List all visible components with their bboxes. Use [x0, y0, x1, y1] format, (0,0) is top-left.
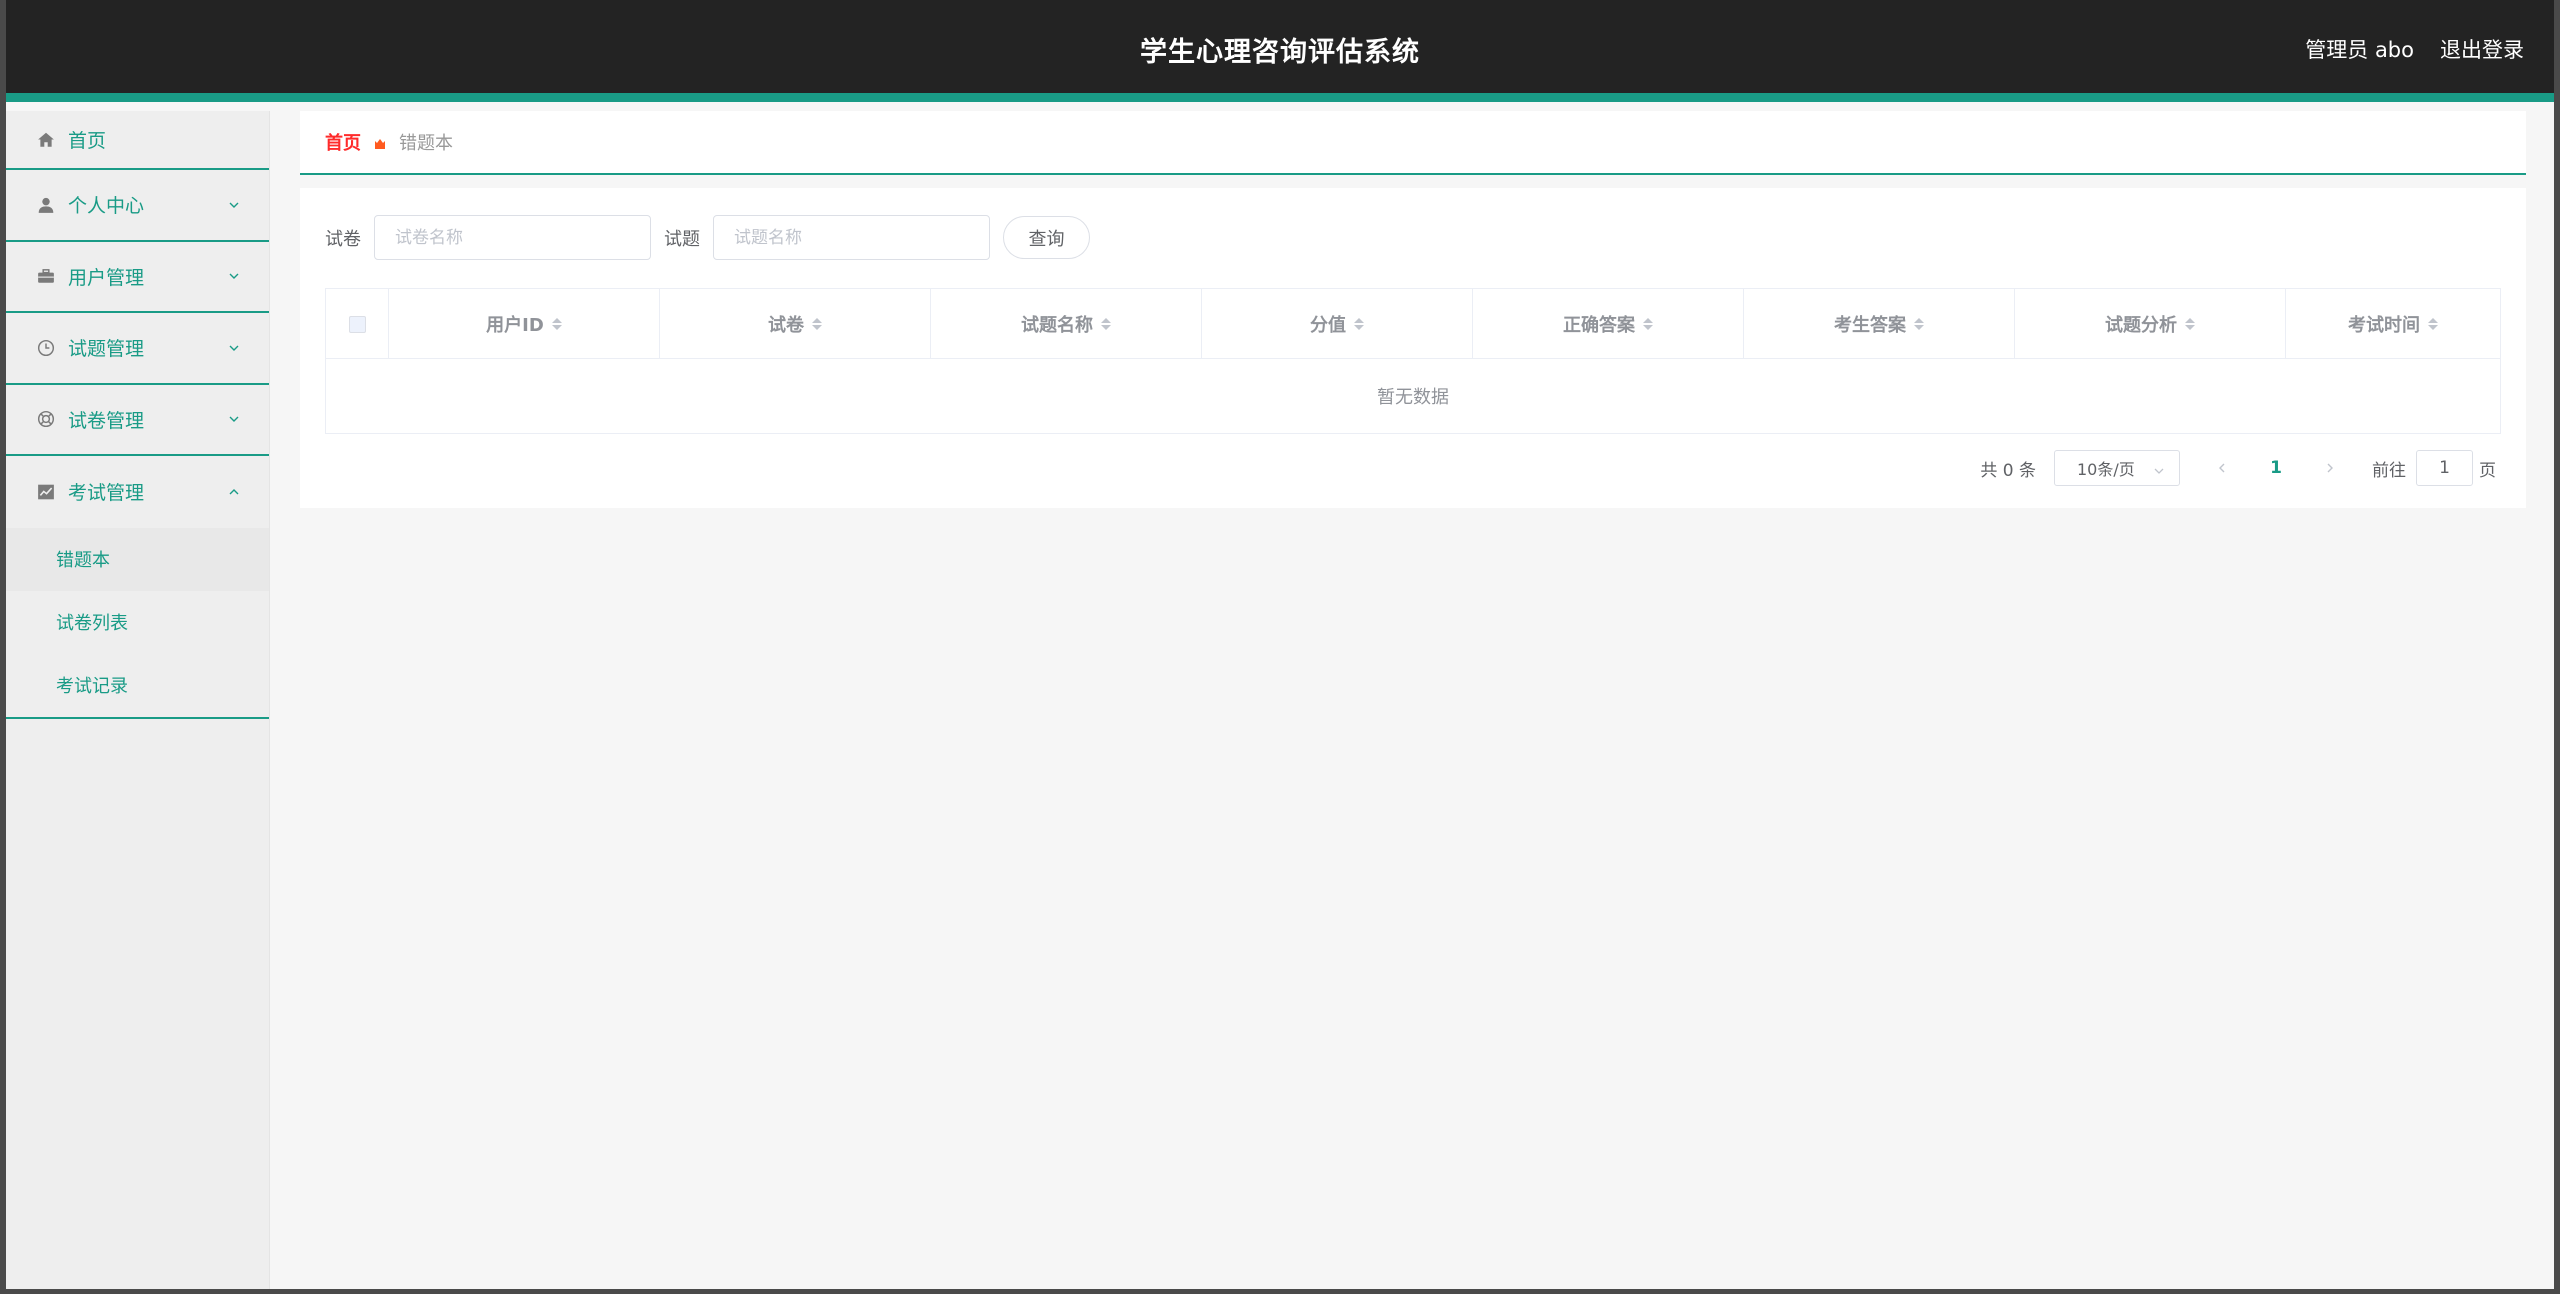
sidebar-item-label: 试卷管理 — [68, 409, 145, 432]
logout-button[interactable]: 退出登录 — [2440, 34, 2524, 64]
sort-icon — [2428, 318, 2438, 330]
sidebar-subitem-exam-records[interactable]: 考试记录 — [6, 654, 269, 717]
page-size-value: 10条/页 — [2077, 460, 2135, 479]
pagination-total: 共 0 条 — [1980, 460, 2036, 481]
column-title: 考试时间 — [2348, 315, 2420, 336]
chart-icon — [36, 482, 56, 502]
sort-icon — [1914, 318, 1924, 330]
breadcrumb-home-link[interactable]: 首页 — [325, 129, 361, 155]
breadcrumb-current: 错题本 — [399, 133, 453, 154]
paper-name-input[interactable] — [374, 215, 651, 260]
chevron-up-icon — [227, 485, 241, 499]
column-header-paper[interactable]: 试卷 — [660, 289, 931, 359]
chevron-down-icon — [227, 198, 241, 212]
select-all-cell — [326, 289, 389, 359]
content-card: 试卷 试题 查询 用户ID 试卷 试题名称 — [300, 188, 2526, 508]
sort-icon — [551, 318, 562, 330]
lifebuoy-icon — [36, 409, 56, 429]
chevron-down-icon — [227, 269, 241, 283]
sidebar-item-personal-center[interactable]: 个人中心 — [6, 170, 269, 242]
column-header-exam-time[interactable]: 考试时间 — [2286, 289, 2500, 359]
sidebar-item-label: 个人中心 — [68, 195, 145, 218]
app-window: 学生心理咨询评估系统 管理员 abo 退出登录 首页 个人中心 用户管理 试题管… — [6, 0, 2554, 1289]
goto-page-input[interactable] — [2416, 450, 2473, 486]
chevron-down-icon — [227, 341, 241, 355]
sidebar-item-label: 试题管理 — [68, 338, 145, 361]
column-header-examinee-answer[interactable]: 考生答案 — [1744, 289, 2015, 359]
breadcrumb: 首页 错题本 — [300, 111, 2526, 175]
column-title: 试题分析 — [2105, 315, 2177, 336]
sidebar-item-label: 考试管理 — [68, 482, 145, 505]
question-label: 试题 — [664, 228, 700, 250]
page-number-current[interactable]: 1 — [2256, 458, 2296, 478]
next-page-button[interactable] — [2316, 454, 2344, 482]
table-header: 用户ID 试卷 试题名称 分值 正确答案 考生答案 试题分析 考试时间 — [326, 289, 2500, 359]
column-header-user-id[interactable]: 用户ID — [389, 289, 660, 359]
user-icon — [36, 195, 56, 215]
sort-icon — [1354, 318, 1364, 330]
sort-icon — [2185, 318, 2195, 330]
paper-label: 试卷 — [325, 228, 361, 250]
sort-icon — [1643, 318, 1653, 330]
column-header-question-name[interactable]: 试题名称 — [931, 289, 1202, 359]
chevron-down-icon — [2153, 462, 2165, 474]
select-all-checkbox[interactable] — [348, 315, 366, 333]
sidebar-subitem-wrong-questions[interactable]: 错题本 — [6, 527, 269, 591]
chevron-down-icon — [227, 412, 241, 426]
goto-label: 前往 — [2372, 460, 2406, 481]
column-title: 试卷 — [768, 315, 804, 336]
goto-suffix: 页 — [2479, 460, 2496, 481]
clock-icon — [36, 338, 56, 358]
query-button[interactable]: 查询 — [1003, 216, 1090, 259]
exam-management-submenu: 错题本 试卷列表 考试记录 — [6, 527, 269, 719]
breadcrumb-separator-icon — [373, 135, 387, 149]
wrong-questions-table: 用户ID 试卷 试题名称 分值 正确答案 考生答案 试题分析 考试时间 暂无数据 — [325, 288, 2501, 434]
current-user-label: 管理员 abo — [2305, 38, 2414, 62]
search-form: 试卷 试题 查询 — [325, 215, 1090, 260]
sidebar-item-label: 首页 — [68, 130, 107, 152]
sidebar-item-home[interactable]: 首页 — [6, 111, 269, 170]
question-name-input[interactable] — [713, 215, 990, 260]
column-title: 分值 — [1310, 315, 1346, 336]
prev-page-button[interactable] — [2208, 454, 2236, 482]
column-title: 试题名称 — [1021, 315, 1093, 336]
column-header-analysis[interactable]: 试题分析 — [2015, 289, 2286, 359]
pagination: 共 0 条 10条/页 1 前往 页 — [1980, 450, 2496, 486]
table-empty-text: 暂无数据 — [1377, 387, 1449, 408]
sidebar: 首页 个人中心 用户管理 试题管理 试卷管理 考试管理 错题本 试卷列表 考试记… — [6, 111, 270, 1289]
sidebar-item-exam-management[interactable]: 考试管理 — [6, 456, 269, 528]
top-header: 学生心理咨询评估系统 管理员 abo 退出登录 — [6, 0, 2554, 102]
home-icon — [36, 130, 56, 150]
column-header-score[interactable]: 分值 — [1202, 289, 1473, 359]
sidebar-item-paper-management[interactable]: 试卷管理 — [6, 385, 269, 456]
column-title: 用户ID — [486, 315, 544, 336]
sidebar-item-label: 用户管理 — [68, 266, 145, 289]
briefcase-icon — [36, 266, 56, 286]
page-size-select[interactable]: 10条/页 — [2054, 450, 2180, 486]
column-title: 考生答案 — [1834, 315, 1906, 336]
sidebar-item-user-management[interactable]: 用户管理 — [6, 242, 269, 313]
sort-icon — [1101, 318, 1111, 330]
column-header-correct-answer[interactable]: 正确答案 — [1473, 289, 1744, 359]
sidebar-subitem-paper-list[interactable]: 试卷列表 — [6, 591, 269, 654]
app-title: 学生心理咨询评估系统 — [1140, 37, 1420, 68]
sidebar-item-question-management[interactable]: 试题管理 — [6, 313, 269, 385]
sort-icon — [812, 318, 822, 330]
column-title: 正确答案 — [1563, 315, 1635, 336]
